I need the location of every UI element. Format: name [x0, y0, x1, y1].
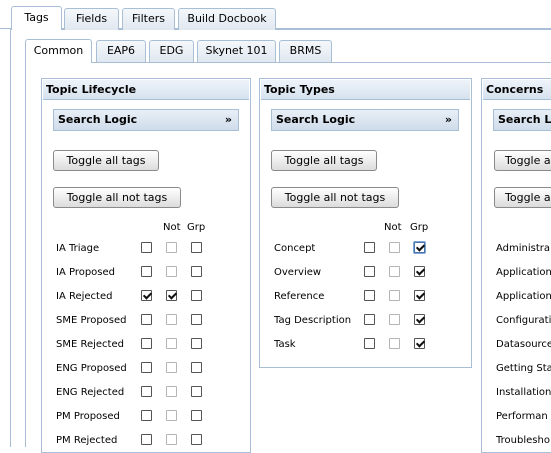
- tag-label: Configurati: [496, 315, 551, 326]
- tab-build-docbook[interactable]: Build Docbook: [178, 8, 276, 30]
- tag-label: Task: [274, 339, 296, 350]
- tag-label: Installation: [496, 387, 551, 398]
- tag-label: Tag Description: [274, 315, 352, 326]
- tag-group-checkbox[interactable]: [414, 242, 425, 253]
- tag-include-checkbox[interactable]: [141, 266, 152, 277]
- tag-label: IA Proposed: [56, 267, 116, 278]
- column-not-header: Not: [384, 222, 402, 233]
- panel-title: Topic Types: [261, 80, 470, 100]
- search-logic-toggle[interactable]: Search Logic »: [271, 109, 459, 131]
- toggle-all-tags-button[interactable]: Toggle a: [494, 150, 551, 171]
- tag-label: Reference: [274, 291, 325, 302]
- tag-label: SME Proposed: [56, 315, 127, 326]
- tag-label: Datasource: [496, 339, 551, 350]
- tag-label: IA Triage: [56, 243, 100, 254]
- tag-group-checkbox[interactable]: [191, 242, 202, 253]
- tag-include-checkbox[interactable]: [141, 314, 152, 325]
- tag-label: Performan: [496, 411, 548, 422]
- tag-include-checkbox[interactable]: [141, 386, 152, 397]
- tag-not-checkbox[interactable]: [166, 434, 177, 445]
- tab-fields[interactable]: Fields: [64, 8, 119, 30]
- toggle-all-not-tags-button[interactable]: Toggle all not tags: [271, 187, 399, 208]
- tag-not-checkbox[interactable]: [389, 266, 400, 277]
- tag-group-checkbox[interactable]: [414, 290, 425, 301]
- tag-group-checkbox[interactable]: [191, 290, 202, 301]
- subtab-brms[interactable]: BRMS: [279, 40, 332, 62]
- subtab-eap6[interactable]: EAP6: [96, 40, 146, 62]
- tag-not-checkbox[interactable]: [166, 386, 177, 397]
- tag-label: Application: [496, 291, 551, 302]
- tag-label: ENG Rejected: [56, 387, 125, 398]
- tag-include-checkbox[interactable]: [141, 290, 152, 301]
- tag-not-checkbox[interactable]: [166, 290, 177, 301]
- tag-group-checkbox[interactable]: [414, 314, 425, 325]
- tag-include-checkbox[interactable]: [141, 362, 152, 373]
- tag-not-checkbox[interactable]: [166, 362, 177, 373]
- search-logic-label: Search Logic: [276, 113, 356, 126]
- tag-label: Overview: [274, 267, 322, 278]
- tag-label: Application: [496, 267, 551, 278]
- toggle-all-tags-button[interactable]: Toggle all tags: [271, 150, 377, 171]
- tab-tags[interactable]: Tags: [11, 6, 62, 30]
- search-logic-label: Search Logic: [58, 113, 138, 126]
- tag-include-checkbox[interactable]: [141, 338, 152, 349]
- panel-title: Concerns: [483, 80, 551, 100]
- tag-group-checkbox[interactable]: [191, 362, 202, 373]
- tag-not-checkbox[interactable]: [166, 410, 177, 421]
- tag-group-checkbox[interactable]: [191, 434, 202, 445]
- sub-tab-divider: [25, 62, 551, 63]
- tag-include-checkbox[interactable]: [364, 338, 375, 349]
- subtab-skynet-101[interactable]: Skynet 101: [197, 40, 276, 62]
- tag-not-checkbox[interactable]: [389, 242, 400, 253]
- tag-group-checkbox[interactable]: [414, 338, 425, 349]
- tag-group-checkbox[interactable]: [191, 314, 202, 325]
- subtab-common[interactable]: Common: [25, 39, 92, 63]
- toggle-all-not-tags-button[interactable]: Toggle a: [494, 187, 551, 208]
- tag-not-checkbox[interactable]: [166, 266, 177, 277]
- tag-include-checkbox[interactable]: [364, 266, 375, 277]
- tag-not-checkbox[interactable]: [389, 314, 400, 325]
- tag-not-checkbox[interactable]: [166, 242, 177, 253]
- tag-include-checkbox[interactable]: [364, 242, 375, 253]
- tag-label: Administra: [496, 243, 551, 254]
- tag-not-checkbox[interactable]: [166, 314, 177, 325]
- tag-include-checkbox[interactable]: [141, 410, 152, 421]
- tag-label: Getting Sta: [496, 363, 551, 374]
- tag-label: Troublesho: [496, 435, 550, 446]
- tag-label: ENG Proposed: [56, 363, 127, 374]
- expand-chevron-icon: »: [444, 113, 452, 126]
- expand-chevron-icon: »: [224, 113, 232, 126]
- toggle-all-tags-button[interactable]: Toggle all tags: [53, 150, 159, 171]
- tag-label: PM Proposed: [56, 411, 120, 422]
- subtab-edg[interactable]: EDG: [149, 40, 194, 62]
- tag-label: Concept: [274, 243, 316, 254]
- tag-not-checkbox[interactable]: [389, 290, 400, 301]
- tag-not-checkbox[interactable]: [166, 338, 177, 349]
- tab-filters[interactable]: Filters: [122, 8, 175, 30]
- search-logic-toggle[interactable]: Search Logic »: [53, 109, 239, 131]
- tag-group-checkbox[interactable]: [191, 386, 202, 397]
- toggle-all-not-tags-button[interactable]: Toggle all not tags: [53, 187, 181, 208]
- tag-include-checkbox[interactable]: [141, 242, 152, 253]
- tag-group-checkbox[interactable]: [191, 410, 202, 421]
- tag-label: SME Rejected: [56, 339, 124, 350]
- column-not-header: Not: [163, 222, 181, 233]
- tag-label: IA Rejected: [56, 291, 113, 302]
- search-logic-label: Search Lo: [498, 113, 551, 126]
- tag-include-checkbox[interactable]: [141, 434, 152, 445]
- tag-label: PM Rejected: [56, 435, 118, 446]
- tag-group-checkbox[interactable]: [414, 266, 425, 277]
- column-grp-header: Grp: [410, 222, 429, 233]
- search-logic-toggle[interactable]: Search Lo: [493, 109, 551, 131]
- tag-group-checkbox[interactable]: [191, 338, 202, 349]
- tag-include-checkbox[interactable]: [364, 290, 375, 301]
- tag-group-checkbox[interactable]: [191, 266, 202, 277]
- column-grp-header: Grp: [187, 222, 206, 233]
- panel-title: Topic Lifecycle: [43, 80, 249, 100]
- tag-include-checkbox[interactable]: [364, 314, 375, 325]
- tag-not-checkbox[interactable]: [389, 338, 400, 349]
